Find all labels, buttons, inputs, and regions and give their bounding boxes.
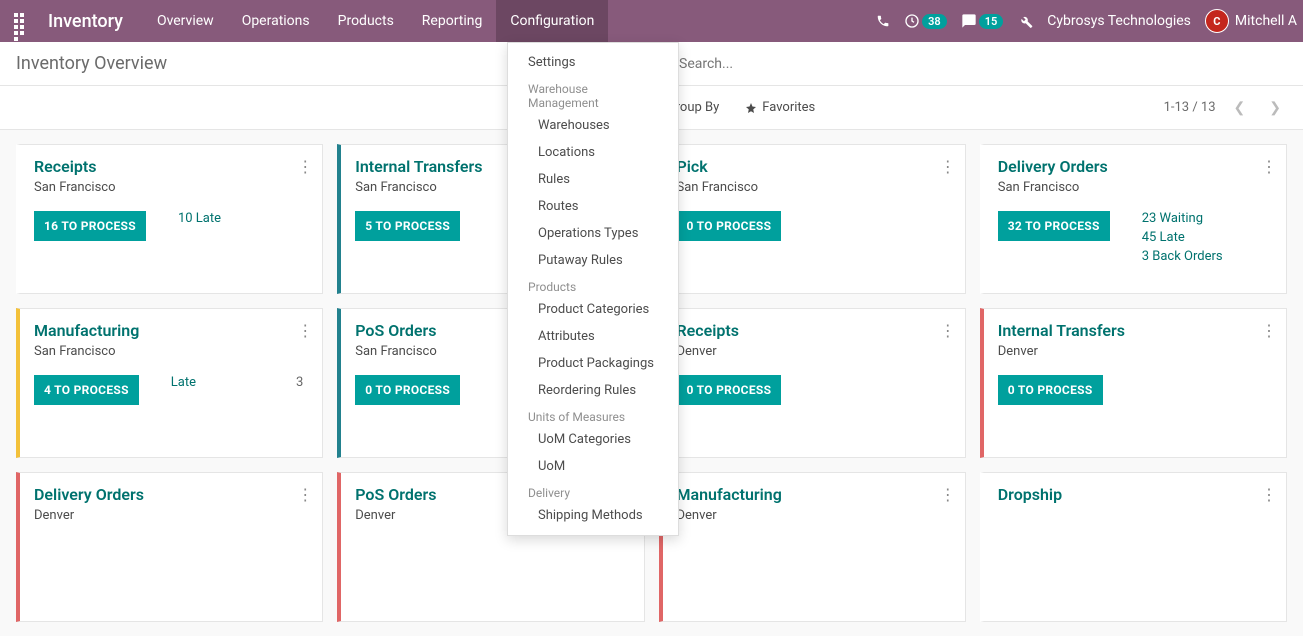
- dropdown-item-attributes[interactable]: Attributes: [508, 323, 678, 350]
- chat-badge: 15: [979, 14, 1004, 29]
- stat-link[interactable]: Late3: [171, 375, 304, 390]
- card-menu-icon[interactable]: ⋮: [1261, 321, 1276, 340]
- search-input[interactable]: [667, 56, 1287, 72]
- chat-icon[interactable]: 15: [961, 13, 1004, 29]
- app-title[interactable]: Inventory: [44, 11, 143, 32]
- dropdown-item-putaway-rules[interactable]: Putaway Rules: [508, 247, 678, 274]
- dropdown-header: Warehouse Management: [508, 76, 678, 112]
- card-menu-icon[interactable]: ⋮: [940, 485, 955, 504]
- user-name: Mitchell A: [1235, 13, 1297, 29]
- dropdown-header: Products: [508, 274, 678, 296]
- process-button[interactable]: 32 TO PROCESS: [998, 211, 1110, 241]
- card-title: Dropship: [998, 485, 1272, 504]
- pager-next[interactable]: ❯: [1263, 97, 1287, 119]
- kanban-card[interactable]: ⋮Delivery Orders San Francisco 32 TO PROCE…: [980, 144, 1287, 294]
- nav-item-products[interactable]: Products: [324, 0, 408, 42]
- card-subtitle: Denver: [34, 508, 308, 523]
- process-button[interactable]: 16 TO PROCESS: [34, 211, 146, 241]
- dropdown-item-rules[interactable]: Rules: [508, 166, 678, 193]
- nav-item-overview[interactable]: Overview: [143, 0, 228, 42]
- dropdown-item-uom-categories[interactable]: UoM Categories: [508, 426, 678, 453]
- card-title: Pick: [677, 157, 951, 176]
- kanban-card[interactable]: ⋮Manufacturing Denver: [659, 472, 966, 622]
- dropdown-item-uom[interactable]: UoM: [508, 453, 678, 480]
- tools-icon[interactable]: [1017, 13, 1033, 29]
- company-switcher[interactable]: Cybrosys Technologies: [1047, 13, 1191, 29]
- avatar: C: [1205, 9, 1229, 33]
- kanban-card[interactable]: ⋮Delivery Orders Denver: [16, 472, 323, 622]
- kanban-card[interactable]: ⋮Receipts San Francisco 16 TO PROCESS 10 La…: [16, 144, 323, 294]
- card-subtitle: San Francisco: [998, 180, 1272, 195]
- kanban-card[interactable]: ⋮Receipts Denver 0 TO PROCESS: [659, 308, 966, 458]
- dropdown-item-product-packagings[interactable]: Product Packagings: [508, 350, 678, 377]
- card-stats: 10 Late: [178, 211, 221, 226]
- card-subtitle: San Francisco: [34, 180, 308, 195]
- card-menu-icon[interactable]: ⋮: [940, 321, 955, 340]
- card-title: Delivery Orders: [34, 485, 308, 504]
- card-subtitle: Denver: [677, 508, 951, 523]
- card-title: Manufacturing: [677, 485, 951, 504]
- process-button[interactable]: 0 TO PROCESS: [355, 375, 460, 405]
- card-menu-icon[interactable]: ⋮: [297, 485, 312, 504]
- process-button[interactable]: 0 TO PROCESS: [677, 375, 782, 405]
- stat-link[interactable]: 45 Late: [1142, 230, 1223, 245]
- process-button[interactable]: 0 TO PROCESS: [998, 375, 1103, 405]
- card-subtitle: San Francisco: [34, 344, 308, 359]
- card-menu-icon[interactable]: ⋮: [1261, 157, 1276, 176]
- dropdown-item-locations[interactable]: Locations: [508, 139, 678, 166]
- card-title: Receipts: [34, 157, 308, 176]
- kanban-card[interactable]: ⋮Pick San Francisco 0 TO PROCESS: [659, 144, 966, 294]
- pager-range: 1-13 / 13: [1164, 100, 1216, 115]
- card-title: Delivery Orders: [998, 157, 1272, 176]
- dropdown-item-settings[interactable]: Settings: [508, 49, 678, 76]
- process-button[interactable]: 0 TO PROCESS: [677, 211, 782, 241]
- card-menu-icon[interactable]: ⋮: [297, 157, 312, 176]
- dropdown-item-product-categories[interactable]: Product Categories: [508, 296, 678, 323]
- activity-icon[interactable]: 38: [904, 13, 947, 29]
- card-menu-icon[interactable]: ⋮: [297, 321, 312, 340]
- apps-icon[interactable]: [0, 13, 44, 29]
- navbar: Inventory OverviewOperationsProductsRepo…: [0, 0, 1303, 42]
- stat-link[interactable]: 3 Back Orders: [1142, 249, 1223, 264]
- nav-item-operations[interactable]: Operations: [228, 0, 324, 42]
- card-subtitle: Denver: [677, 344, 951, 359]
- card-subtitle: Denver: [998, 344, 1272, 359]
- card-title: Manufacturing: [34, 321, 308, 340]
- process-button[interactable]: 5 TO PROCESS: [355, 211, 460, 241]
- card-stats: Late3: [171, 375, 304, 390]
- favorites-button[interactable]: Favorites: [745, 100, 815, 115]
- card-title: Receipts: [677, 321, 951, 340]
- dropdown-item-warehouses[interactable]: Warehouses: [508, 112, 678, 139]
- kanban-card[interactable]: ⋮Manufacturing San Francisco 4 TO PROCESS L…: [16, 308, 323, 458]
- dropdown-header: Delivery: [508, 480, 678, 502]
- stat-link[interactable]: 23 Waiting: [1142, 211, 1223, 226]
- user-menu[interactable]: C Mitchell A: [1205, 9, 1297, 33]
- pager-prev[interactable]: ❮: [1228, 97, 1252, 119]
- nav-item-reporting[interactable]: Reporting: [408, 0, 497, 42]
- kanban-card[interactable]: ⋮Dropship: [980, 472, 1287, 622]
- stat-link[interactable]: 10 Late: [178, 211, 221, 226]
- process-button[interactable]: 4 TO PROCESS: [34, 375, 139, 405]
- activity-badge: 38: [922, 14, 947, 29]
- dropdown-item-operations-types[interactable]: Operations Types: [508, 220, 678, 247]
- dropdown-item-reordering-rules[interactable]: Reordering Rules: [508, 377, 678, 404]
- phone-icon[interactable]: [876, 14, 890, 28]
- nav-item-configuration[interactable]: Configuration: [496, 0, 608, 42]
- dropdown-header: Units of Measures: [508, 404, 678, 426]
- page-title: Inventory Overview: [16, 53, 167, 74]
- card-stats: 23 Waiting 45 Late 3 Back Orders: [1142, 211, 1223, 264]
- card-subtitle: San Francisco: [677, 180, 951, 195]
- card-menu-icon[interactable]: ⋮: [1261, 485, 1276, 504]
- card-menu-icon[interactable]: ⋮: [940, 157, 955, 176]
- dropdown-item-routes[interactable]: Routes: [508, 193, 678, 220]
- card-title: Internal Transfers: [998, 321, 1272, 340]
- configuration-dropdown: SettingsWarehouse ManagementWarehousesLo…: [507, 42, 679, 536]
- kanban-card[interactable]: ⋮Internal Transfers Denver 0 TO PROCESS: [980, 308, 1287, 458]
- dropdown-item-shipping-methods[interactable]: Shipping Methods: [508, 502, 678, 529]
